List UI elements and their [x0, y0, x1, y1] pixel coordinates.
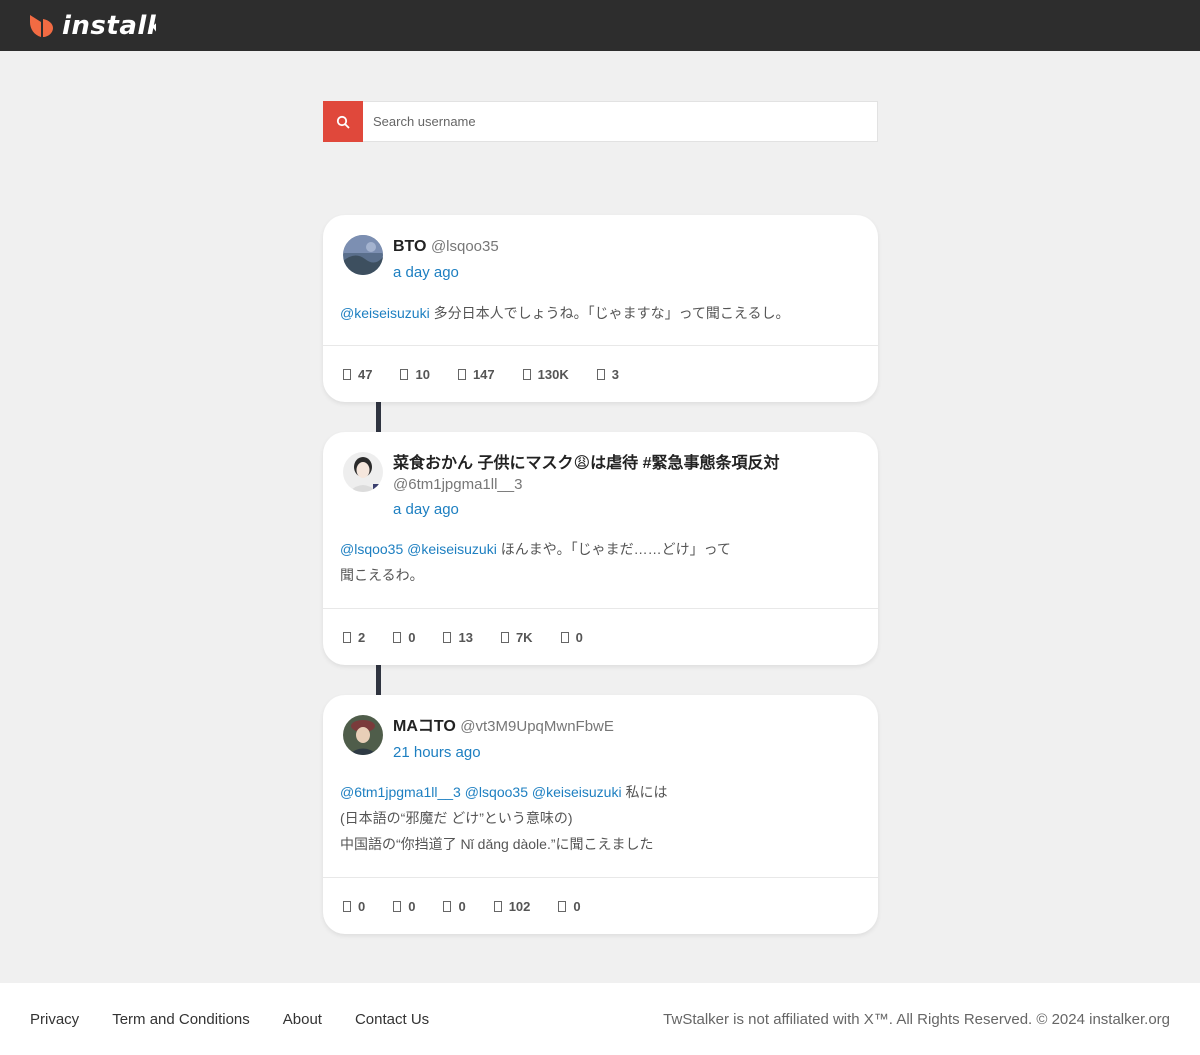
post-text: (日本語の“邪魔だ どけ”という意味の)	[340, 810, 573, 826]
like-icon	[443, 632, 452, 643]
user-handle[interactable]: @6tm1jpgma1ll__3	[393, 474, 858, 496]
retweet-icon	[393, 632, 402, 643]
like-stat[interactable]: 0	[443, 899, 466, 914]
post-meta: BTO @lsqoo35 a day ago	[393, 237, 858, 285]
top-bar: instalker	[0, 0, 1200, 51]
post-meta: MAコTO @vt3M9UpqMwnFbwE 21 hours ago	[393, 717, 858, 765]
post-stats: 0 0 0 102 0	[343, 899, 858, 914]
views-stat[interactable]: 130K	[522, 367, 569, 382]
avatar[interactable]	[343, 715, 383, 755]
views-icon	[493, 901, 502, 912]
reply-icon	[343, 901, 351, 912]
like-stat[interactable]: 147	[457, 367, 495, 382]
retweet-stat[interactable]: 0	[393, 899, 415, 914]
reply-icon	[343, 369, 351, 380]
reply-count: 47	[358, 367, 373, 382]
views-stat[interactable]: 102	[493, 899, 531, 914]
views-stat[interactable]: 7K	[500, 630, 533, 645]
bookmark-stat[interactable]: 3	[596, 367, 619, 382]
like-icon	[443, 901, 452, 912]
retweet-count: 0	[408, 899, 416, 914]
bookmark-count: 0	[575, 630, 583, 645]
user-handle[interactable]: @vt3M9UpqMwnFbwE	[460, 718, 614, 735]
search-input[interactable]	[363, 102, 877, 141]
bookmark-count: 3	[611, 367, 619, 382]
search-icon	[336, 115, 350, 129]
bookmark-count: 0	[573, 899, 581, 914]
mention-link[interactable]: @6tm1jpgma1ll__3 @lsqoo35 @keiseisuzuki	[340, 784, 622, 800]
thread-connector	[376, 664, 381, 696]
about-link[interactable]: About	[283, 1011, 322, 1028]
post-body: @lsqoo35 @keiseisuzuki ほんまや。「じゃまだ……どけ」って…	[340, 536, 858, 588]
reply-stat[interactable]: 47	[343, 367, 372, 382]
display-name-text: MAコTO	[393, 718, 456, 735]
post-time[interactable]: 21 hours ago	[393, 741, 858, 765]
views-icon	[500, 632, 509, 643]
views-count: 7K	[515, 630, 533, 645]
post-text: 中国語の“你挡道了 Nǐ dǎng dàole.”に聞こえました	[340, 836, 654, 852]
avatar[interactable]	[343, 235, 383, 275]
post-time[interactable]: a day ago	[393, 261, 858, 285]
views-icon	[522, 369, 531, 380]
retweet-count: 0	[408, 630, 416, 645]
views-count: 130K	[537, 367, 569, 382]
post-stats: 47 10 147 130K 3	[343, 367, 858, 382]
post-text: 多分日本人でしょうね。「じゃますな」って聞こえるし。	[433, 305, 790, 321]
logo-text: instalker	[62, 11, 156, 41]
divider	[323, 608, 878, 609]
retweet-icon	[400, 369, 409, 380]
thread-connector	[376, 401, 381, 433]
reply-icon	[343, 632, 351, 643]
bookmark-icon	[558, 901, 567, 912]
divider	[323, 345, 878, 346]
reply-stat[interactable]: 2	[343, 630, 365, 645]
retweet-stat[interactable]: 0	[393, 630, 415, 645]
post-text: 私には	[625, 784, 668, 800]
post-time[interactable]: a day ago	[393, 498, 858, 522]
bookmark-icon	[560, 632, 569, 643]
like-icon	[457, 369, 466, 380]
post-meta: 菜食おかん 子供にマスク😩は虐待 #緊急事態条項反対 @6tm1jpgma1ll…	[393, 454, 858, 522]
post-body: @6tm1jpgma1ll__3 @lsqoo35 @keiseisuzuki …	[340, 779, 858, 857]
reply-stat[interactable]: 0	[343, 899, 365, 914]
post-card: 菜食おかん 子供にマスク😩は虐待 #緊急事態条項反対 @6tm1jpgma1ll…	[323, 432, 878, 665]
search-button[interactable]	[323, 101, 363, 142]
privacy-link[interactable]: Privacy	[30, 1011, 79, 1028]
divider	[323, 877, 878, 878]
footer: Privacy Term and Conditions About Contac…	[0, 983, 1200, 1055]
display-name[interactable]: 菜食おかん 子供にマスク😩は虐待 #緊急事態条項反対	[393, 455, 779, 472]
reply-count: 2	[358, 630, 366, 645]
post-text: 聞こえるわ。	[340, 567, 424, 583]
footer-links: Privacy Term and Conditions About Contac…	[30, 1011, 462, 1028]
retweet-icon	[393, 901, 402, 912]
reply-count: 0	[358, 899, 366, 914]
post-card: BTO @lsqoo35 a day ago @keiseisuzuki 多分日…	[323, 215, 878, 402]
display-name[interactable]: MAコTO	[393, 718, 456, 735]
post-text: ほんまや。「じゃまだ……どけ」って	[500, 541, 731, 557]
like-stat[interactable]: 13	[443, 630, 473, 645]
retweet-stat[interactable]: 10	[400, 367, 430, 382]
display-name[interactable]: BTO	[393, 238, 426, 255]
post-stats: 2 0 13 7K 0	[343, 630, 858, 645]
site-logo[interactable]: instalker	[28, 11, 156, 41]
terms-link[interactable]: Term and Conditions	[112, 1011, 250, 1028]
instalker-logo-icon	[30, 15, 53, 37]
bookmark-stat[interactable]: 0	[560, 630, 583, 645]
mention-link[interactable]: @keiseisuzuki	[340, 305, 430, 321]
bookmark-icon	[596, 369, 605, 380]
views-count: 102	[508, 899, 531, 914]
like-count: 13	[458, 630, 473, 645]
post-card: MAコTO @vt3M9UpqMwnFbwE 21 hours ago @6tm…	[323, 695, 878, 934]
mention-link[interactable]: @lsqoo35 @keiseisuzuki	[340, 541, 497, 557]
footer-copyright: TwStalker is not affiliated with X™. All…	[663, 1011, 1170, 1028]
like-count: 147	[472, 367, 495, 382]
contact-link[interactable]: Contact Us	[355, 1011, 429, 1028]
user-handle[interactable]: @lsqoo35	[431, 238, 499, 255]
retweet-count: 10	[415, 367, 430, 382]
like-count: 0	[458, 899, 466, 914]
post-body: @keiseisuzuki 多分日本人でしょうね。「じゃますな」って聞こえるし。	[340, 300, 858, 326]
search-bar	[323, 101, 878, 142]
bookmark-stat[interactable]: 0	[558, 899, 581, 914]
avatar[interactable]	[343, 452, 383, 492]
